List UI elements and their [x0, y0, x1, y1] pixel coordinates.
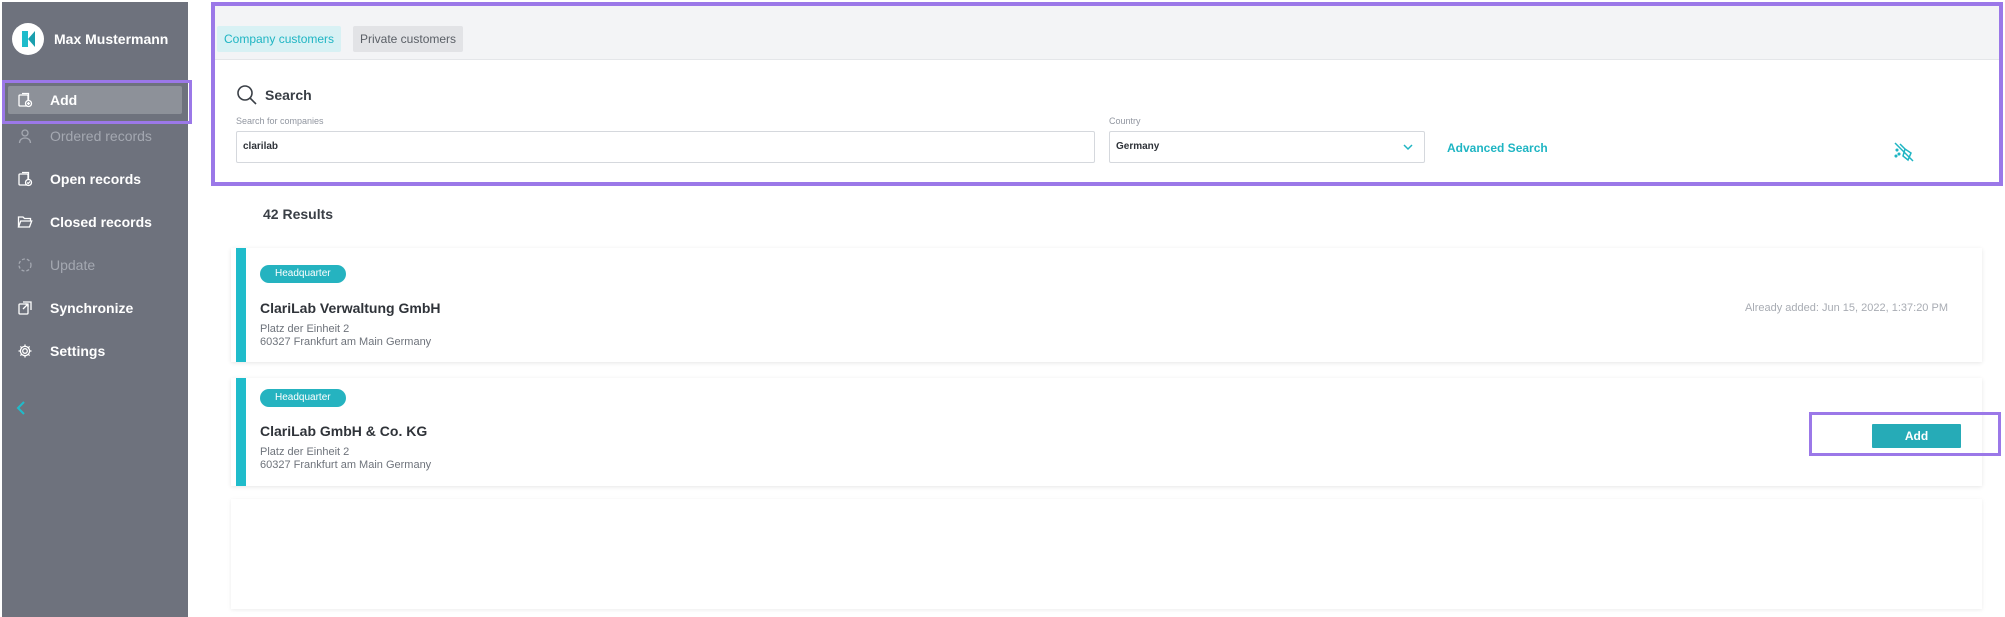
company-street: Platz der Einheit 2 — [260, 323, 350, 335]
result-card: Headquarter ClariLab GmbH & Co. KG Platz… — [231, 378, 1982, 486]
sidebar-item-label: Closed records — [50, 213, 152, 230]
sidebar-item-ordered-records[interactable]: Ordered records — [2, 114, 188, 157]
company-city: 60327 Frankfurt am Main Germany — [260, 336, 432, 348]
headquarter-badge: Headquarter — [260, 265, 346, 283]
customer-tabs: Company customers Private customers — [215, 6, 1999, 60]
synchronize-icon — [16, 299, 34, 317]
headquarter-badge: Headquarter — [260, 389, 346, 407]
app-logo-icon — [12, 23, 44, 55]
search-form: Search Search for companies clarilab Cou… — [215, 60, 1999, 182]
user-name: Max Mustermann — [54, 31, 169, 47]
sidebar-item-label: Add — [50, 92, 78, 108]
card-accent-stripe — [236, 378, 246, 486]
sidebar-item-closed-records[interactable]: Closed records — [2, 200, 188, 243]
sidebar-item-label: Synchronize — [50, 299, 134, 316]
add-record-icon — [16, 91, 34, 109]
company-search-input[interactable]: clarilab — [236, 131, 1095, 163]
sidebar-item-add[interactable]: Add — [8, 86, 182, 114]
tab-company-customers[interactable]: Company customers — [217, 26, 342, 52]
folder-open-icon — [16, 213, 34, 231]
company-street: Platz der Einheit 2 — [260, 446, 350, 458]
search-panel: Company customers Private customers Sear… — [211, 2, 2003, 186]
company-name: ClariLab Verwaltung GmbH — [260, 300, 441, 316]
country-select[interactable]: Germany — [1109, 131, 1425, 163]
gear-icon — [16, 342, 34, 360]
search-icon — [237, 85, 257, 105]
sidebar-item-label: Open records — [50, 170, 142, 187]
person-icon — [16, 127, 34, 145]
country-value: Germany — [1116, 141, 1160, 152]
result-card: Headquarter ClariLab Verwaltung GmbH Pla… — [231, 248, 1982, 362]
tab-private-customers[interactable]: Private customers — [353, 26, 464, 52]
search-title: Search — [265, 87, 312, 103]
add-company-button[interactable]: Add — [1872, 424, 1961, 448]
chevron-down-icon — [1403, 144, 1413, 151]
sidebar-nav: Add Ordered records Open records Closed … — [2, 86, 188, 372]
sidebar: Max Mustermann Add Ordered records Open … — [2, 2, 188, 617]
results-count: 42 Results — [263, 206, 334, 222]
already-added-status: Already added: Jun 15, 2022, 1:37:20 PM — [1744, 302, 1948, 314]
open-records-icon — [16, 170, 34, 188]
sidebar-item-update[interactable]: Update — [2, 243, 188, 286]
user-profile[interactable]: Max Mustermann — [12, 22, 168, 56]
sidebar-item-settings[interactable]: Settings — [2, 329, 188, 372]
result-card-placeholder — [231, 499, 1982, 609]
card-accent-stripe — [236, 248, 246, 362]
country-label: Country — [1109, 116, 1141, 126]
chevron-left-icon[interactable] — [16, 398, 32, 418]
company-name: ClariLab GmbH & Co. KG — [260, 423, 428, 439]
company-search-label: Search for companies — [236, 116, 324, 126]
search-heading: Search — [236, 84, 312, 106]
advanced-search-link[interactable]: Advanced Search — [1447, 141, 1548, 155]
sidebar-item-label: Settings — [50, 342, 106, 359]
sidebar-item-label: Ordered records — [50, 127, 152, 144]
sidebar-item-open-records[interactable]: Open records — [2, 157, 188, 200]
sidebar-item-label: Update — [50, 256, 96, 273]
clear-filter-icon[interactable] — [1892, 140, 1916, 164]
sidebar-item-synchronize[interactable]: Synchronize — [2, 286, 188, 329]
sync-circle-icon — [16, 256, 34, 274]
company-city: 60327 Frankfurt am Main Germany — [260, 459, 432, 471]
